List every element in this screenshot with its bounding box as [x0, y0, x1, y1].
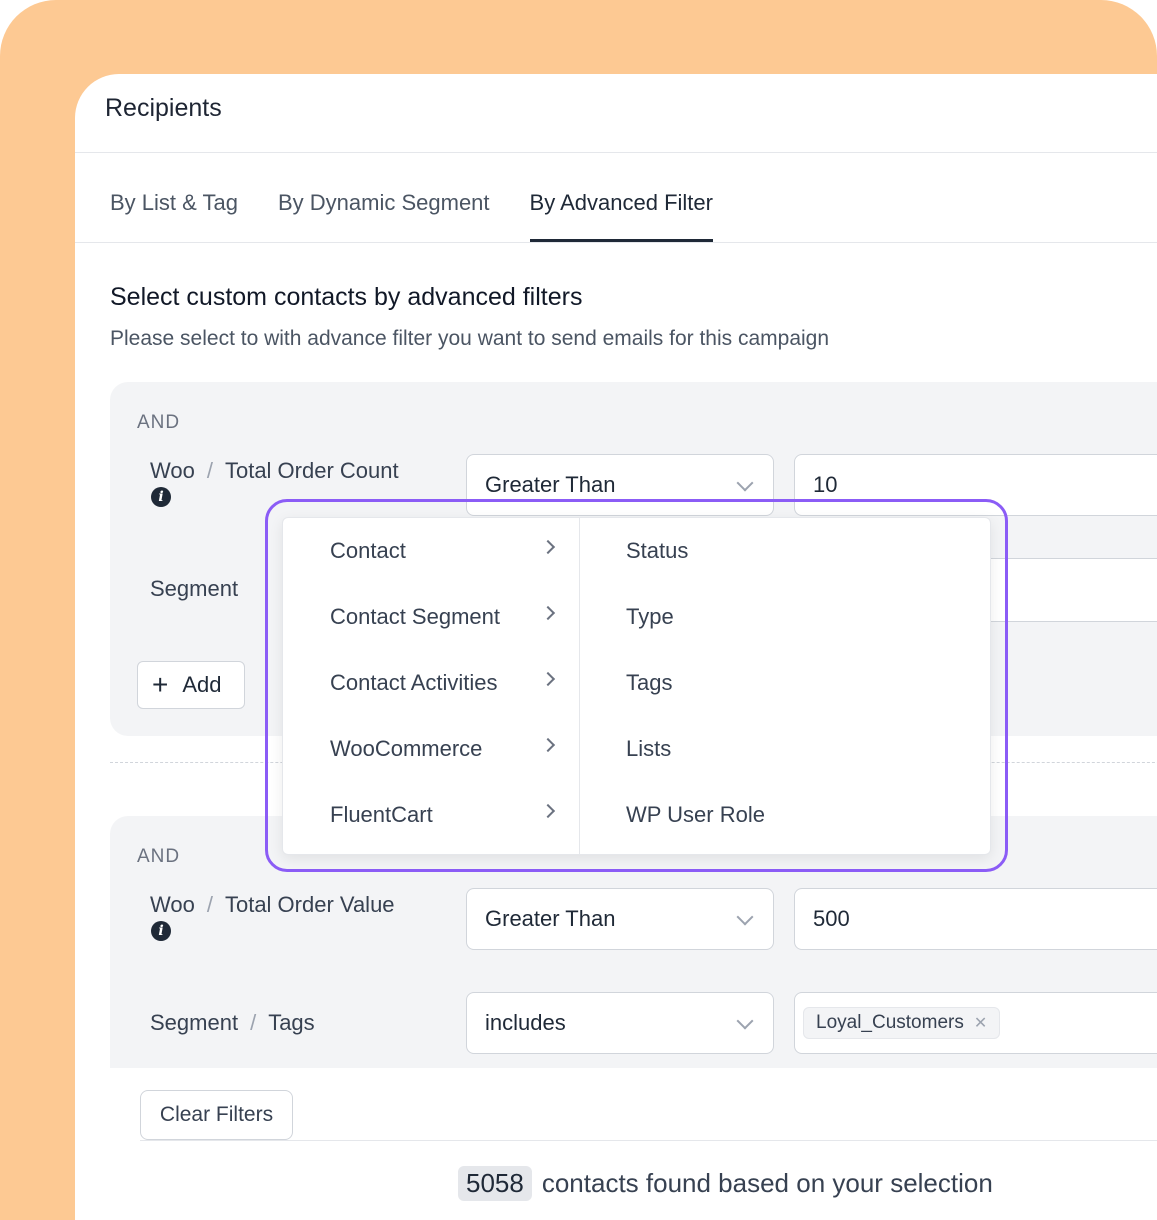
tab-advanced-filter[interactable]: By Advanced Filter — [529, 186, 714, 242]
option-wp-user-role[interactable]: WP User Role — [580, 782, 990, 848]
operator-value: includes — [485, 1010, 566, 1035]
category-woocommerce[interactable]: WooCommerce — [283, 716, 579, 782]
rule-label: Segment / Tags — [150, 1010, 315, 1035]
value-text: 500 — [813, 906, 850, 931]
and-label: AND — [137, 846, 181, 867]
tag-label: Loyal_Customers — [816, 1012, 964, 1033]
info-icon[interactable]: i — [151, 487, 171, 507]
plus-icon: + — [152, 669, 169, 700]
count-badge: 5058 — [458, 1166, 532, 1201]
rule-source: Segment — [150, 576, 239, 601]
rule-label: Woo / Total Order Count — [150, 458, 399, 483]
category-fluentcart[interactable]: FluentCart — [283, 782, 579, 848]
category-label: Contact — [330, 538, 406, 563]
category-label: Contact Activities — [330, 670, 498, 695]
category-label: Contact Segment — [330, 604, 500, 629]
rule-source: Woo — [150, 458, 195, 483]
category-contact-segment[interactable]: Contact Segment — [283, 584, 579, 650]
option-lists[interactable]: Lists — [580, 716, 990, 782]
operator-select[interactable]: includes — [466, 992, 774, 1054]
clear-filters-button[interactable]: Clear Filters — [140, 1090, 293, 1140]
add-filter-button[interactable]: + Add — [137, 661, 245, 709]
tab-bar: By List & Tag By Dynamic Segment By Adva… — [110, 186, 753, 242]
chevron-down-icon — [736, 474, 754, 492]
option-type[interactable]: Type — [580, 584, 990, 650]
chevron-right-icon — [540, 539, 556, 555]
rule-field: Total Order Count — [224, 458, 399, 483]
page-title: Recipients — [105, 94, 222, 122]
chevron-right-icon — [540, 671, 556, 687]
chevron-right-icon — [540, 803, 556, 819]
summary-text: contacts found based on your selection — [541, 1168, 993, 1198]
category-list: Contact Contact Segment Contact Activiti… — [283, 518, 580, 854]
rule-label: Woo / Total Order Value — [150, 892, 395, 917]
operator-value: Greater Than — [485, 472, 616, 497]
results-summary: 5058 contacts found based on your select… — [458, 1166, 993, 1201]
tab-dynamic-segment[interactable]: By Dynamic Segment — [278, 186, 490, 242]
divider — [140, 1140, 1157, 1141]
chevron-down-icon — [736, 908, 754, 926]
value-input[interactable]: 500 — [794, 888, 1157, 950]
category-contact[interactable]: Contact — [283, 518, 579, 584]
rule-field: Tags — [268, 1010, 315, 1035]
value-text: 10 — [813, 472, 838, 497]
info-icon[interactable]: i — [151, 921, 171, 941]
operator-select[interactable]: Greater Than — [466, 888, 774, 950]
category-label: FluentCart — [330, 802, 433, 827]
divider — [75, 242, 1157, 243]
category-contact-activities[interactable]: Contact Activities — [283, 650, 579, 716]
divider — [75, 152, 1157, 153]
and-label: AND — [137, 412, 181, 433]
add-label: Add — [182, 672, 222, 697]
rule-source: Segment — [150, 1010, 239, 1035]
chevron-down-icon — [736, 1012, 754, 1030]
rule-label: Segment — [150, 576, 238, 602]
chevron-right-icon — [540, 605, 556, 621]
option-tags[interactable]: Tags — [580, 650, 990, 716]
option-list: Status Type Tags Lists WP User Role — [580, 518, 990, 854]
section-subtitle: Please select to with advance filter you… — [110, 327, 830, 350]
rule-source: Woo — [150, 892, 195, 917]
filter-field-dropdown: Contact Contact Segment Contact Activiti… — [282, 517, 991, 855]
section-title: Select custom contacts by advanced filte… — [110, 283, 583, 311]
tab-list-tag[interactable]: By List & Tag — [110, 186, 238, 242]
option-status[interactable]: Status — [580, 518, 990, 584]
chevron-right-icon — [540, 737, 556, 753]
tag-chip: Loyal_Customers ✕ — [803, 1007, 1001, 1039]
operator-value: Greater Than — [485, 906, 616, 931]
rule-field: Total Order Value — [224, 892, 395, 917]
tag-multiselect[interactable]: Loyal_Customers ✕ — [794, 992, 1157, 1054]
close-icon[interactable]: ✕ — [974, 1013, 987, 1033]
category-label: WooCommerce — [330, 736, 483, 761]
